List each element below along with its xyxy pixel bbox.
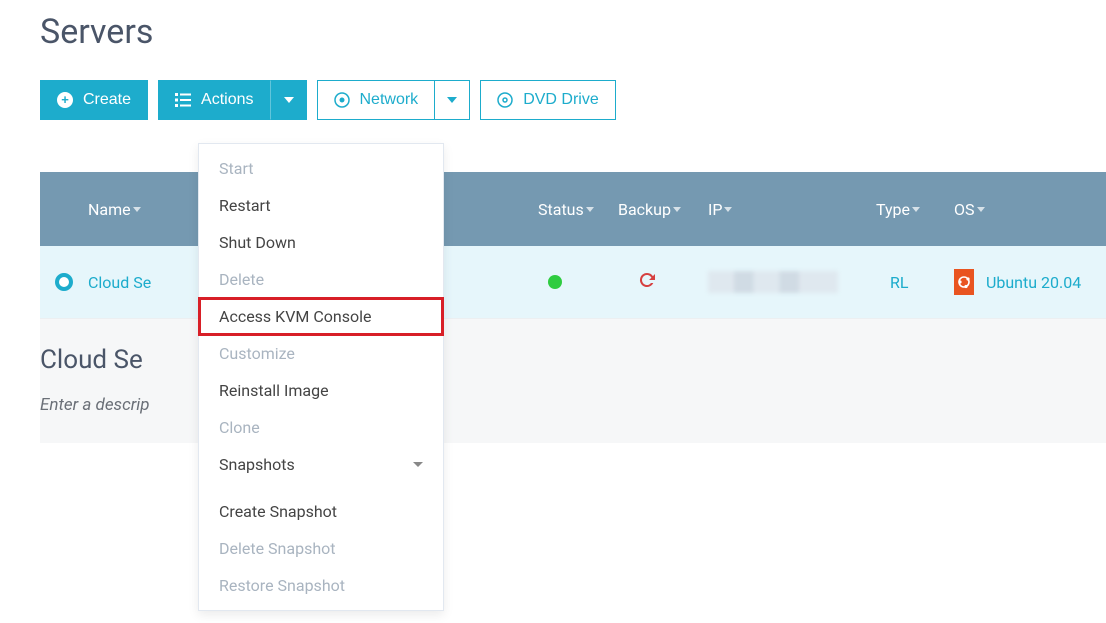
menu-snapshots[interactable]: Snapshots (199, 446, 443, 483)
col-os-label: OS (954, 200, 975, 219)
actions-dropdown: Start Restart Shut Down Delete Access KV… (198, 143, 444, 611)
caret-down-icon (413, 462, 423, 467)
menu-delete-snapshot: Delete Snapshot (199, 530, 443, 567)
toolbar: + Create Actions Network (40, 80, 1106, 120)
actions-button-group: Actions (158, 80, 306, 120)
sort-icon (977, 207, 985, 212)
status-running-icon (548, 275, 562, 289)
create-button[interactable]: + Create (40, 80, 148, 120)
menu-create-snapshot[interactable]: Create Snapshot (199, 493, 443, 530)
disc-icon (497, 92, 513, 108)
ubuntu-icon (954, 269, 974, 295)
row-name[interactable]: Cloud Se (88, 273, 202, 292)
sort-icon (586, 207, 594, 212)
sort-icon (724, 207, 732, 212)
menu-restore-snapshot: Restore Snapshot (199, 567, 443, 604)
menu-reinstall-image[interactable]: Reinstall Image (199, 372, 443, 409)
network-label: Network (360, 91, 419, 109)
network-button[interactable]: Network (317, 80, 435, 120)
menu-customize: Customize (199, 335, 443, 372)
menu-clone: Clone (199, 409, 443, 446)
actions-label: Actions (201, 91, 253, 109)
col-os[interactable]: OS (954, 200, 1106, 219)
network-dropdown-toggle[interactable] (434, 80, 470, 120)
sort-icon (673, 207, 681, 212)
col-backup[interactable]: Backup (618, 200, 708, 219)
menu-delete: Delete (199, 261, 443, 298)
col-ip[interactable]: IP (708, 200, 876, 219)
col-ip-label: IP (708, 200, 722, 219)
network-icon (334, 92, 350, 108)
menu-shutdown[interactable]: Shut Down (199, 224, 443, 261)
network-button-group: Network (317, 80, 471, 120)
page-title: Servers (40, 12, 1106, 52)
row-select-radio[interactable] (55, 273, 73, 291)
menu-snapshots-label: Snapshots (219, 455, 295, 474)
row-os: Ubuntu 20.04 (986, 273, 1081, 292)
menu-start: Start (199, 150, 443, 187)
caret-down-icon (447, 97, 457, 103)
actions-dropdown-toggle[interactable] (271, 80, 307, 120)
row-type: RL (890, 273, 908, 292)
dvd-button[interactable]: DVD Drive (480, 80, 616, 120)
caret-down-icon (284, 97, 294, 103)
menu-restart[interactable]: Restart (199, 187, 443, 224)
col-backup-label: Backup (618, 200, 671, 219)
sort-icon (912, 207, 920, 212)
actions-button[interactable]: Actions (158, 80, 270, 120)
sort-icon (133, 207, 141, 212)
backup-history-icon[interactable] (636, 275, 656, 294)
dvd-label: DVD Drive (523, 91, 599, 109)
col-status[interactable]: Status (538, 200, 618, 219)
col-type[interactable]: Type (876, 200, 954, 219)
list-icon (175, 92, 191, 108)
create-label: Create (83, 91, 131, 109)
col-type-label: Type (876, 200, 910, 219)
menu-access-kvm-console[interactable]: Access KVM Console (198, 297, 444, 336)
row-ip-redacted (708, 271, 838, 293)
plus-circle-icon: + (57, 92, 73, 108)
col-name[interactable]: Name (88, 200, 202, 219)
col-name-label: Name (88, 200, 131, 219)
col-status-label: Status (538, 200, 584, 219)
